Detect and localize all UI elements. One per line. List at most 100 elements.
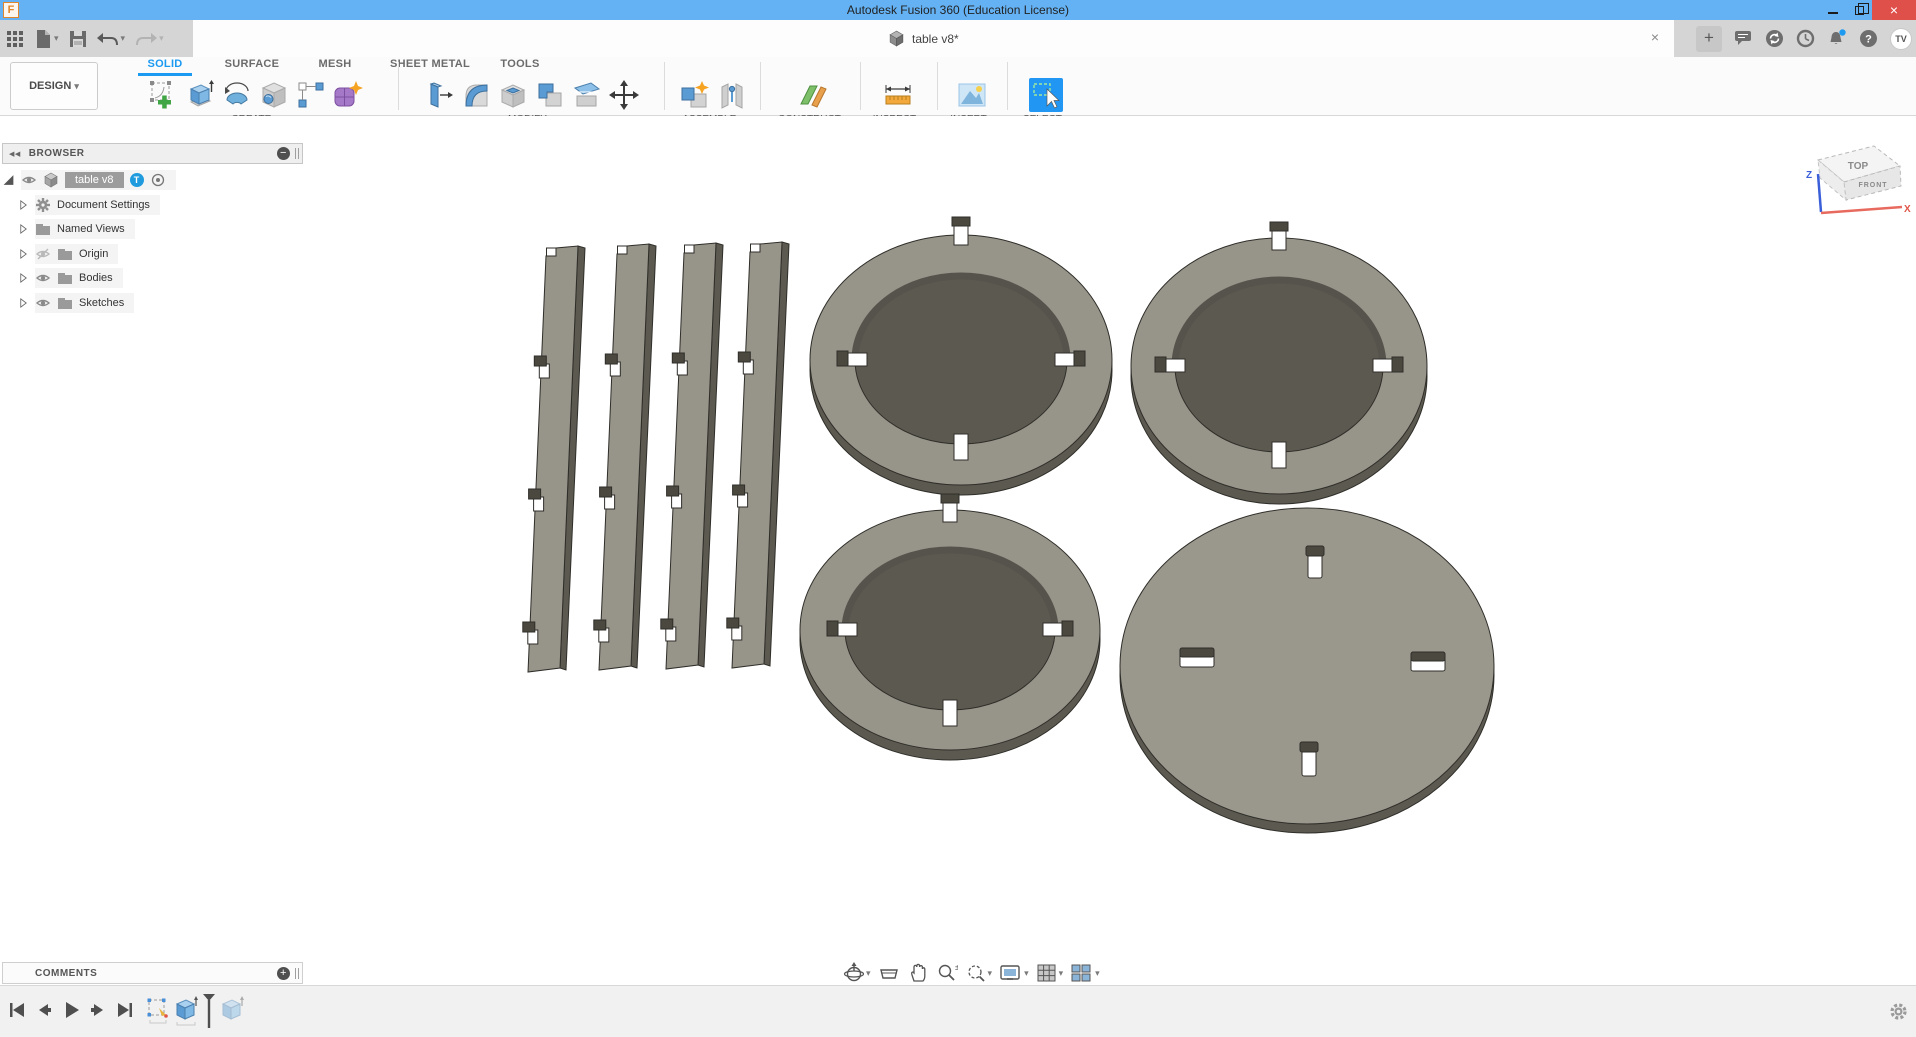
select-button[interactable] bbox=[1029, 78, 1063, 112]
ring-1[interactable] bbox=[809, 216, 1113, 496]
design-workspace-dropdown[interactable]: DESIGN ▾ bbox=[10, 62, 98, 110]
timeline-settings-button[interactable] bbox=[1889, 1002, 1908, 1021]
root-component-label[interactable]: table v8 bbox=[65, 172, 124, 189]
close-document-icon[interactable]: × bbox=[1646, 29, 1664, 45]
expanded-arrow-icon[interactable] bbox=[2, 172, 15, 188]
collapse-panel-icon[interactable]: ◀◀ bbox=[9, 150, 21, 158]
viewports-button[interactable]: ▾ bbox=[1070, 962, 1100, 984]
orbit-button[interactable]: ▾ bbox=[843, 962, 871, 984]
tree-row-document-settings[interactable]: Document Settings bbox=[2, 193, 302, 218]
visibility-eye-icon[interactable] bbox=[35, 270, 51, 286]
new-tab-button[interactable]: + bbox=[1696, 25, 1722, 52]
slat-2[interactable] bbox=[593, 243, 657, 671]
timeline-sketch-feature[interactable] bbox=[146, 994, 170, 1028]
display-settings-button[interactable]: ▾ bbox=[999, 962, 1029, 984]
browser-header[interactable]: ◀◀ BROWSER − bbox=[2, 143, 303, 164]
undo-button[interactable]: ▾ bbox=[96, 30, 125, 48]
tree-row-bodies[interactable]: Bodies bbox=[2, 266, 302, 291]
comments-feed-button[interactable] bbox=[1734, 30, 1753, 47]
clock-icon bbox=[1796, 29, 1815, 48]
slat-1[interactable] bbox=[522, 245, 586, 673]
collapsed-arrow-icon[interactable] bbox=[18, 246, 29, 262]
help-button[interactable]: ? bbox=[1859, 29, 1878, 48]
restore-button[interactable] bbox=[1846, 0, 1872, 20]
browser-collapse-button[interactable]: − bbox=[277, 147, 290, 160]
split-body-button[interactable] bbox=[570, 78, 604, 112]
zoom-button[interactable]: ± bbox=[936, 962, 958, 984]
job-status-button[interactable] bbox=[1765, 29, 1784, 48]
save-button[interactable] bbox=[69, 30, 87, 48]
notifications-button[interactable] bbox=[1827, 29, 1847, 48]
timeline-suppressed-feature[interactable] bbox=[219, 994, 245, 1028]
step-back-button[interactable] bbox=[35, 1000, 53, 1020]
ghost-extrude-feature-icon bbox=[221, 996, 244, 1020]
collapsed-arrow-icon[interactable] bbox=[18, 295, 29, 311]
timeline-position-marker[interactable] bbox=[202, 994, 216, 1030]
play-button[interactable] bbox=[62, 1000, 80, 1020]
grid-snap-button[interactable]: ▾ bbox=[1036, 962, 1063, 984]
look-at-button[interactable] bbox=[878, 962, 900, 984]
extrude-button[interactable] bbox=[183, 78, 217, 112]
document-cube-icon bbox=[889, 30, 904, 47]
tab-tools[interactable]: TOOLS bbox=[497, 58, 543, 70]
user-avatar[interactable]: TV bbox=[1890, 27, 1912, 50]
collapsed-arrow-icon[interactable] bbox=[18, 221, 29, 237]
tree-row-root[interactable]: table v8 T bbox=[2, 168, 302, 193]
fillet-button[interactable] bbox=[459, 78, 493, 112]
viewport[interactable]: ◀◀ BROWSER − table v8 T Document Setting… bbox=[0, 116, 1916, 985]
create-form-button[interactable] bbox=[331, 78, 365, 112]
go-to-end-button[interactable] bbox=[116, 1000, 134, 1020]
minimize-button[interactable] bbox=[1820, 0, 1846, 20]
go-to-start-button[interactable] bbox=[8, 1000, 26, 1020]
collapsed-arrow-icon[interactable] bbox=[18, 270, 29, 286]
fit-button[interactable]: ▾ bbox=[965, 962, 992, 984]
ring-2[interactable] bbox=[1130, 221, 1428, 505]
rectangular-pattern-button[interactable] bbox=[294, 78, 328, 112]
add-comment-button[interactable]: + bbox=[277, 966, 290, 980]
ribbon-toolbar: DESIGN ▾ SOLID SURFACE MESH SHEET METAL … bbox=[0, 57, 1916, 125]
tree-row-named-views[interactable]: Named Views bbox=[2, 217, 302, 242]
tab-sheet-metal[interactable]: SHEET METAL bbox=[388, 58, 472, 70]
tab-solid[interactable]: SOLID bbox=[138, 58, 192, 70]
app-grid-button[interactable] bbox=[6, 30, 24, 48]
revolve-button[interactable] bbox=[220, 78, 254, 112]
create-form-icon bbox=[334, 81, 363, 107]
measure-button[interactable] bbox=[881, 78, 915, 112]
step-forward-button[interactable] bbox=[89, 1000, 107, 1020]
visibility-eye-icon[interactable] bbox=[35, 295, 51, 311]
comments-resize-grip[interactable] bbox=[295, 967, 299, 979]
pan-button[interactable] bbox=[907, 962, 929, 984]
joint-button[interactable] bbox=[715, 78, 749, 112]
tab-surface[interactable]: SURFACE bbox=[222, 58, 282, 70]
shell-button[interactable] bbox=[496, 78, 530, 112]
comments-bar[interactable]: COMMENTS + bbox=[2, 962, 303, 984]
browser-resize-grip[interactable] bbox=[295, 148, 299, 159]
construction-plane-button[interactable] bbox=[796, 78, 830, 112]
visibility-eye-icon[interactable] bbox=[21, 172, 37, 188]
timeline-extrude-feature[interactable] bbox=[173, 994, 199, 1028]
press-pull-button[interactable] bbox=[422, 78, 456, 112]
insert-button[interactable] bbox=[955, 78, 989, 112]
hole-button[interactable] bbox=[257, 78, 291, 112]
history-button[interactable] bbox=[1796, 29, 1815, 48]
create-sketch-button[interactable] bbox=[146, 78, 180, 112]
document-tab[interactable]: table v8* bbox=[880, 20, 967, 57]
collapsed-arrow-icon[interactable] bbox=[18, 197, 29, 213]
tree-row-origin[interactable]: Origin bbox=[2, 242, 302, 267]
file-menu-button[interactable]: ▾ bbox=[34, 29, 59, 49]
combine-button[interactable] bbox=[533, 78, 567, 112]
ring-3[interactable] bbox=[799, 493, 1101, 761]
tree-row-sketches[interactable]: Sketches bbox=[2, 291, 302, 316]
save-icon bbox=[69, 30, 86, 47]
disc-top[interactable] bbox=[1119, 507, 1495, 834]
new-component-button[interactable] bbox=[678, 78, 712, 112]
tab-mesh[interactable]: MESH bbox=[312, 58, 358, 70]
move-copy-button[interactable] bbox=[607, 78, 641, 112]
redo-button[interactable]: ▾ bbox=[135, 30, 164, 48]
slat-4[interactable] bbox=[726, 241, 790, 669]
visibility-off-icon[interactable] bbox=[35, 246, 51, 262]
close-button[interactable]: × bbox=[1872, 0, 1916, 20]
slat-3[interactable] bbox=[660, 242, 724, 670]
view-cube[interactable]: TOP FRONT Z X bbox=[1798, 134, 1914, 242]
activate-radio-icon[interactable] bbox=[150, 172, 166, 188]
